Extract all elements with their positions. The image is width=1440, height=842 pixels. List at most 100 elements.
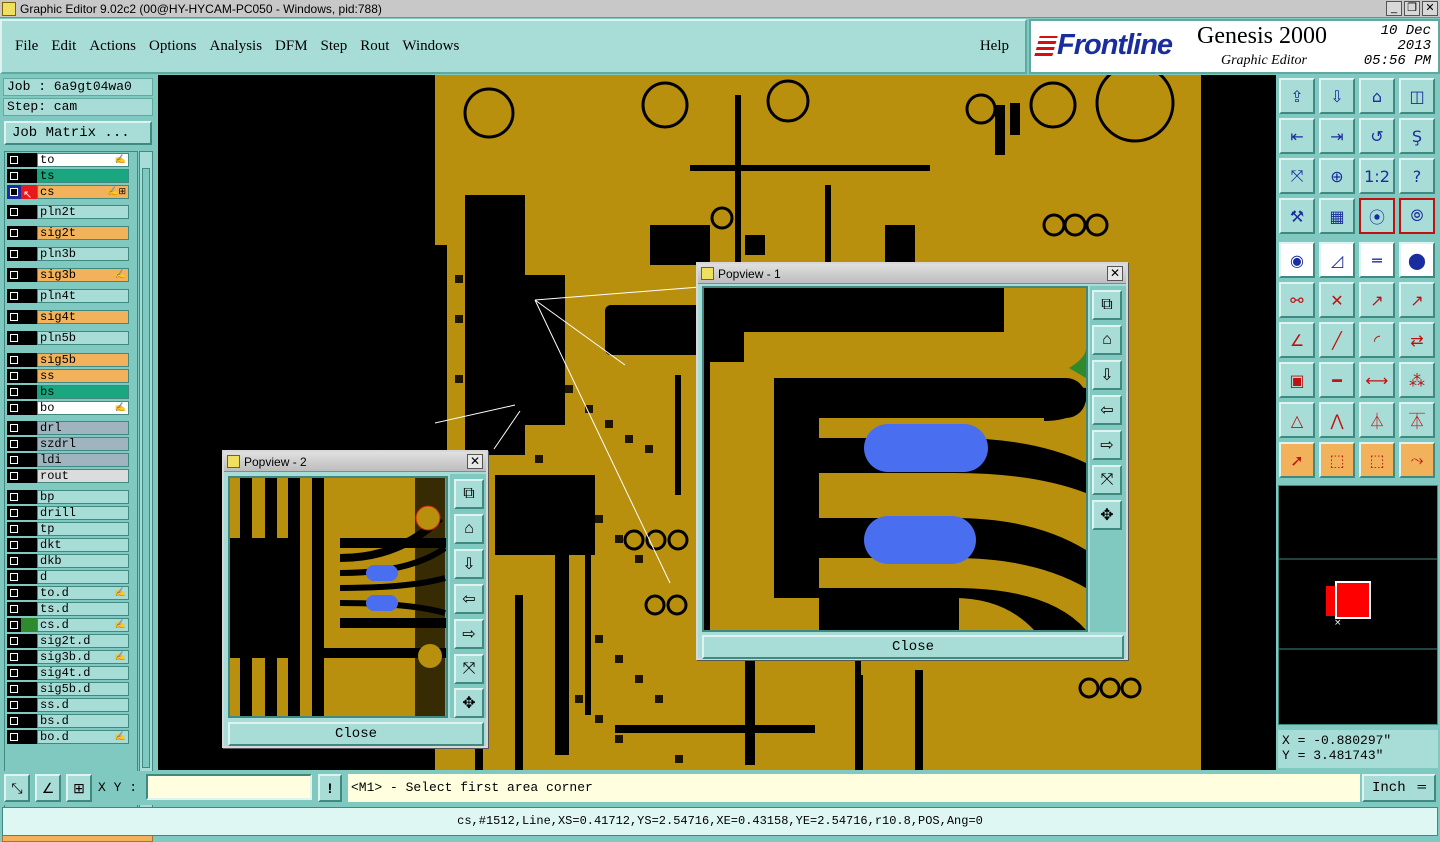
- menu-edit[interactable]: Edit: [51, 38, 76, 55]
- layer-row-sig4t-d[interactable]: sig4t.d: [7, 666, 129, 680]
- cluster-button[interactable]: ⁂: [1399, 362, 1435, 398]
- shape-button[interactable]: ⏄: [1399, 402, 1435, 438]
- layer-row-sig2t-d[interactable]: sig2t.d: [7, 634, 129, 648]
- layer-checkbox[interactable]: [7, 522, 21, 536]
- layer-name[interactable]: ss: [37, 369, 129, 383]
- layer-name[interactable]: sig3b.d ✍: [37, 650, 129, 664]
- snap-mode-button[interactable]: ⤡: [4, 774, 30, 802]
- layer-row-ss-d[interactable]: ss.d: [7, 698, 129, 712]
- popview-2-down-button[interactable]: ⇩: [454, 549, 484, 579]
- layer-name[interactable]: pln5b: [37, 331, 129, 345]
- layer-row-bp[interactable]: bp: [7, 490, 129, 504]
- popview-1-down-button[interactable]: ⇩: [1092, 360, 1122, 390]
- layer-state-indicator[interactable]: [21, 554, 37, 568]
- layer-name[interactable]: bs: [37, 385, 129, 399]
- layer-name[interactable]: to.d ✍: [37, 586, 129, 600]
- export-button[interactable]: ⇥: [1319, 118, 1355, 154]
- layer-checkbox[interactable]: [7, 247, 21, 261]
- menu-help[interactable]: Help: [980, 38, 1009, 55]
- layer-state-indicator[interactable]: [21, 268, 37, 282]
- layer-name[interactable]: ss.d: [37, 698, 129, 712]
- layer-state-indicator[interactable]: [21, 247, 37, 261]
- layer-name[interactable]: to ✍: [37, 153, 129, 167]
- overview-minimap[interactable]: ×: [1278, 485, 1438, 725]
- layer-row-dkt[interactable]: dkt: [7, 538, 129, 552]
- layer-state-indicator[interactable]: [21, 522, 37, 536]
- layer-checkbox[interactable]: [7, 666, 21, 680]
- layer-state-indicator[interactable]: [21, 369, 37, 383]
- layer-checkbox[interactable]: [7, 385, 21, 399]
- arc-button[interactable]: ◜: [1359, 322, 1395, 358]
- layer-state-indicator[interactable]: [21, 538, 37, 552]
- layer-checkbox[interactable]: [7, 586, 21, 600]
- layer-checkbox[interactable]: [7, 634, 21, 648]
- layer-name[interactable]: cs ✍⊞: [37, 185, 129, 199]
- dimension-button[interactable]: ⟷: [1359, 362, 1395, 398]
- graphic-canvas[interactable]: Popview - 2 ✕ ⧉ ⌂ ⇩ ⇦ ⇨ ⤧ ✥ Close Popvie…: [158, 75, 1276, 770]
- layer-name[interactable]: pln3b: [37, 247, 129, 261]
- layer-row-ss[interactable]: ss: [7, 369, 129, 383]
- layer-row-drill[interactable]: drill: [7, 506, 129, 520]
- popview-2-home-button[interactable]: ⌂: [454, 514, 484, 544]
- layer-name[interactable]: d: [37, 570, 129, 584]
- grid-view-button[interactable]: ▦: [1319, 198, 1355, 234]
- popview-2-close-button[interactable]: Close: [228, 722, 484, 746]
- layer-list-scrollbar[interactable]: [139, 151, 153, 819]
- layer-state-indicator[interactable]: [21, 153, 37, 167]
- layer-row-cs-d[interactable]: cs.d ✍: [7, 618, 129, 632]
- layer-name[interactable]: tp: [37, 522, 129, 536]
- layer-state-indicator[interactable]: [21, 401, 37, 415]
- move-button[interactable]: ↗: [1359, 282, 1395, 318]
- layer-checkbox[interactable]: [7, 331, 21, 345]
- line-button[interactable]: ╱: [1319, 322, 1355, 358]
- layer-checkbox[interactable]: [7, 682, 21, 696]
- polygon-button[interactable]: ⋀: [1319, 402, 1355, 438]
- popview-1-zoom-fit-button[interactable]: ⤧: [1092, 465, 1122, 495]
- layer-name[interactable]: sig3b ✍: [37, 268, 129, 282]
- layer-checkbox[interactable]: [7, 169, 21, 183]
- layer-state-indicator[interactable]: [21, 618, 37, 632]
- wrench-button[interactable]: ⚒: [1279, 198, 1315, 234]
- layer-row-szdrl[interactable]: szdrl: [7, 437, 129, 451]
- layer-state-indicator[interactable]: [21, 602, 37, 616]
- pointer-button[interactable]: ➚: [1279, 442, 1315, 478]
- layer-state-indicator[interactable]: ↖: [21, 185, 37, 201]
- layer-state-indicator[interactable]: [21, 310, 37, 324]
- layer-row-d[interactable]: d: [7, 570, 129, 584]
- pyramid-button[interactable]: ⏃: [1359, 402, 1395, 438]
- layer-checkbox[interactable]: [7, 554, 21, 568]
- open-job-button[interactable]: ⇪: [1279, 78, 1315, 114]
- popview-1-copy-button[interactable]: ⧉: [1092, 290, 1122, 320]
- layer-row-pln5b[interactable]: pln5b: [7, 331, 129, 345]
- route-button[interactable]: Ş: [1399, 118, 1435, 154]
- popview-1-close-x-button[interactable]: ✕: [1107, 266, 1123, 281]
- layer-state-indicator[interactable]: [21, 421, 37, 435]
- home-view-button[interactable]: ⌂: [1359, 78, 1395, 114]
- menu-dfm[interactable]: DFM: [275, 38, 308, 55]
- popview-2-zoom-fit-button[interactable]: ⤧: [454, 654, 484, 684]
- minimize-button[interactable]: _: [1386, 1, 1402, 16]
- layer-name[interactable]: dkb: [37, 554, 129, 568]
- import-button[interactable]: ⇤: [1279, 118, 1315, 154]
- layer-row-ldi[interactable]: ldi: [7, 453, 129, 467]
- layer-row-cs[interactable]: ↖ cs ✍⊞: [7, 185, 129, 201]
- popview-1-right-button[interactable]: ⇨: [1092, 430, 1122, 460]
- layer-name[interactable]: bs.d: [37, 714, 129, 728]
- layer-row-bo[interactable]: bo ✍: [7, 401, 129, 415]
- layer-row-pln2t[interactable]: pln2t: [7, 205, 129, 219]
- grid-mode-button[interactable]: ⊞: [66, 774, 92, 802]
- layer-name[interactable]: sig5b.d: [37, 682, 129, 696]
- layer-row-pln3b[interactable]: pln3b: [7, 247, 129, 261]
- layer-name[interactable]: szdrl: [37, 437, 129, 451]
- layer-state-indicator[interactable]: [21, 570, 37, 584]
- layer-row-tp[interactable]: tp: [7, 522, 129, 536]
- layer-name[interactable]: sig4t: [37, 310, 129, 324]
- pad-button[interactable]: ▣: [1279, 362, 1315, 398]
- layer-state-indicator[interactable]: [21, 490, 37, 504]
- layer-checkbox[interactable]: [7, 437, 21, 451]
- layer-row-bo-d[interactable]: bo.d ✍: [7, 730, 129, 744]
- help-query-button[interactable]: ?: [1399, 158, 1435, 194]
- layer-state-indicator[interactable]: [21, 469, 37, 483]
- undo-button[interactable]: ↺: [1359, 118, 1395, 154]
- close-window-button[interactable]: ✕: [1422, 1, 1438, 16]
